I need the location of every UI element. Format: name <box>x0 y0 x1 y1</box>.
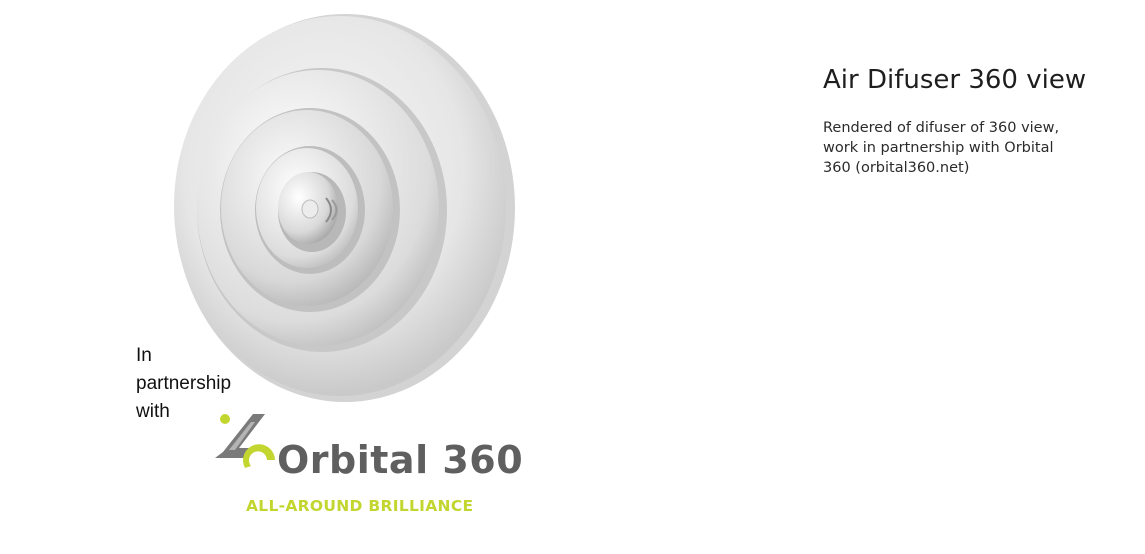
project-description: Rendered of difuser of 360 view, work in… <box>823 120 1060 176</box>
orbital-360-logo-mark-icon <box>215 414 275 468</box>
project-info: Air Difuser 360 view Rendered of difuser… <box>823 62 1123 178</box>
orbital-360-logo: Orbital 360 ALL-AROUND BRILLIANCE <box>205 408 523 520</box>
orbital-360-logo-tagline: ALL-AROUND BRILLIANCE <box>246 497 474 515</box>
project-title: Air Difuser 360 view <box>823 65 1087 95</box>
orbital-360-logo-name: Orbital 360 <box>277 438 524 482</box>
